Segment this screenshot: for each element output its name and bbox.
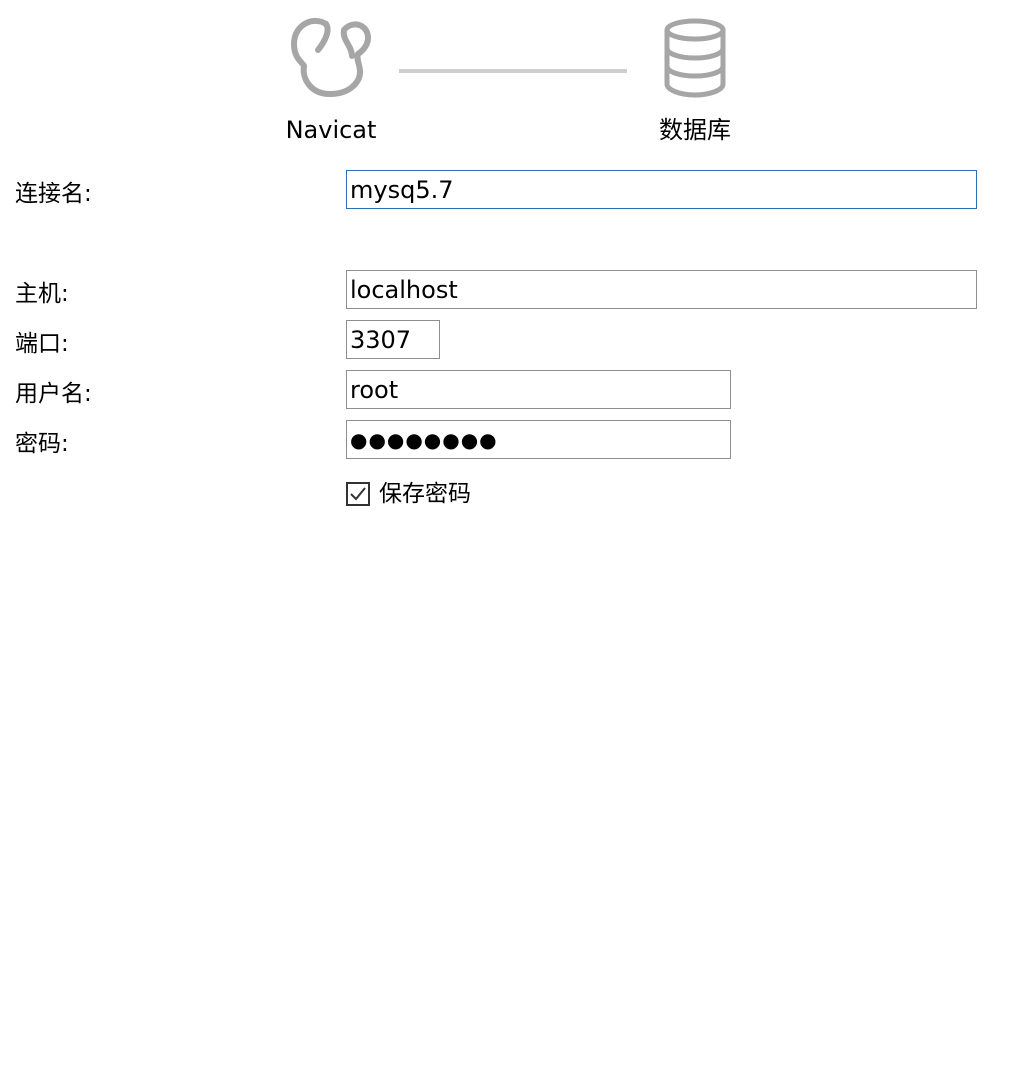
save-password-checkbox-row[interactable]: 保存密码 [346, 478, 471, 510]
save-password-checkbox[interactable] [346, 482, 370, 506]
host-label: 主机: [15, 281, 69, 307]
username-label: 用户名: [15, 381, 92, 407]
connection-name-label: 连接名: [15, 181, 92, 207]
username-input[interactable] [346, 370, 731, 409]
password-input[interactable] [346, 420, 731, 459]
wizard-connector-line [399, 69, 627, 73]
checkmark-icon [350, 487, 366, 501]
host-input[interactable] [346, 270, 977, 309]
database-icon [660, 16, 730, 100]
wizard-step-navicat-label: Navicat [285, 116, 377, 144]
port-label: 端口: [15, 331, 69, 357]
navicat-logo-icon [286, 16, 376, 100]
save-password-label: 保存密码 [379, 481, 471, 507]
password-label: 密码: [15, 431, 69, 457]
port-input[interactable] [346, 320, 440, 359]
wizard-step-database-label: 数据库 [659, 116, 731, 144]
connection-name-input[interactable] [346, 170, 977, 209]
